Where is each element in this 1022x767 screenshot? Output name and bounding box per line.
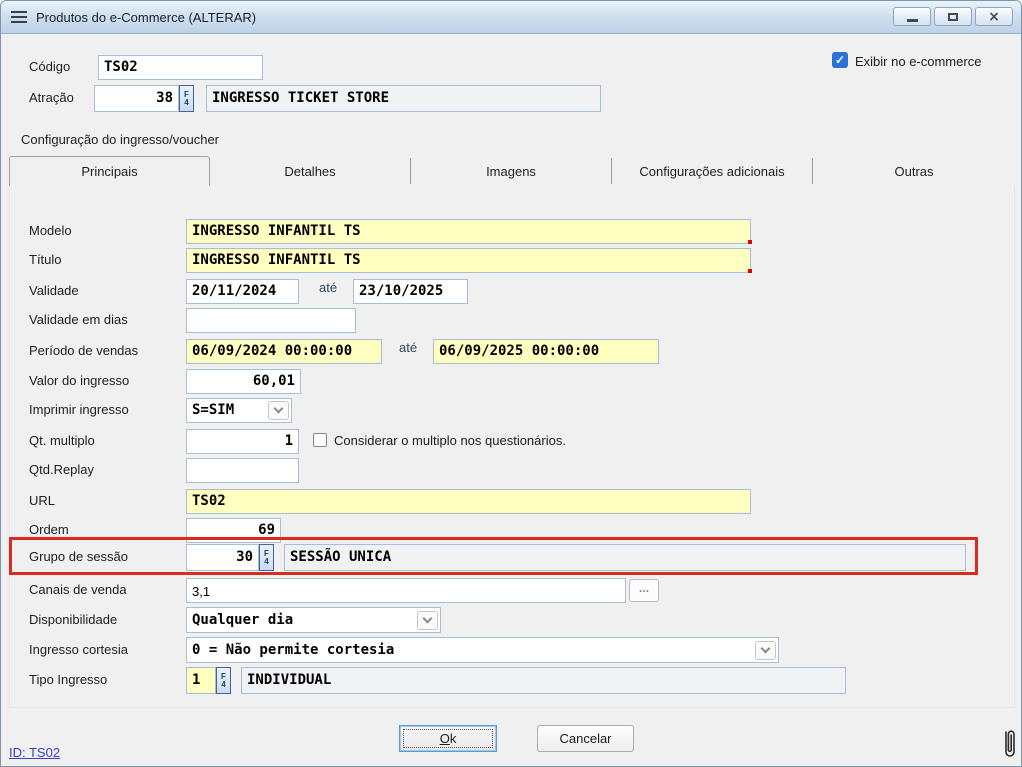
qtd-replay-field[interactable] <box>186 458 299 483</box>
section-title: Configuração do ingresso/voucher <box>21 132 219 147</box>
tipo-ingresso-f4-lookup-button[interactable]: F 4 <box>216 667 231 694</box>
tipo-ingresso-code-field[interactable]: 1 <box>186 667 216 694</box>
codigo-label: Código <box>29 59 70 74</box>
url-label: URL <box>29 493 55 508</box>
ordem-label: Ordem <box>29 522 69 537</box>
focus-outline <box>403 729 493 748</box>
ingresso-cortesia-value: 0 = Não permite cortesia <box>192 641 394 660</box>
imprimir-ingresso-select[interactable]: S=SIM <box>186 398 292 423</box>
modelo-field[interactable]: INGRESSO INFANTIL TS <box>186 219 751 244</box>
maximize-button[interactable] <box>934 7 972 26</box>
periodo-from-field[interactable]: 06/09/2024 00:00:00 <box>186 339 382 364</box>
qt-multiplo-label: Qt. multiplo <box>29 433 95 448</box>
validade-to-field[interactable]: 23/10/2025 <box>353 279 468 304</box>
check-icon: ✓ <box>835 53 845 67</box>
required-marker <box>748 269 752 273</box>
periodo-ate-label: até <box>399 340 417 355</box>
imprimir-ingresso-value: S=SIM <box>192 401 234 420</box>
canais-de-venda-field[interactable]: 3,1 <box>186 578 626 603</box>
ok-button[interactable]: Ok <box>399 725 497 752</box>
dialog-window: Produtos do e-Commerce (ALTERAR) × Códig… <box>0 0 1022 767</box>
close-icon: × <box>988 10 1000 24</box>
tab-imagens[interactable]: Imagens <box>411 158 612 184</box>
chevron-down-icon <box>274 404 284 414</box>
minimize-icon <box>907 19 918 22</box>
ingresso-cortesia-label: Ingresso cortesia <box>29 642 128 657</box>
disponibilidade-select[interactable]: Qualquer dia <box>186 607 441 633</box>
dropdown-button[interactable] <box>755 641 776 660</box>
modelo-label: Modelo <box>29 223 72 238</box>
tipo-ingresso-description-field: INDIVIDUAL <box>241 667 846 694</box>
valor-do-ingresso-field[interactable]: 60,01 <box>186 369 301 394</box>
grupo-de-sessao-f4-lookup-button[interactable]: F 4 <box>259 544 274 571</box>
atracao-f4-lookup-button[interactable]: F 4 <box>179 85 194 112</box>
chevron-down-icon <box>761 643 771 653</box>
window-title: Produtos do e-Commerce (ALTERAR) <box>36 10 256 25</box>
periodo-de-vendas-label: Período de vendas <box>29 343 138 358</box>
qt-multiplo-field[interactable]: 1 <box>186 429 299 454</box>
tab-configuracoes-adicionais[interactable]: Configurações adicionais <box>612 158 813 184</box>
validade-em-dias-label: Validade em dias <box>29 312 128 327</box>
valor-do-ingresso-label: Valor do ingresso <box>29 373 129 388</box>
disponibilidade-value: Qualquer dia <box>192 611 293 630</box>
canais-browse-button[interactable]: ... <box>629 579 659 602</box>
required-marker <box>748 240 752 244</box>
ingresso-cortesia-select[interactable]: 0 = Não permite cortesia <box>186 637 779 663</box>
tab-principais[interactable]: Principais <box>9 156 210 186</box>
chevron-down-icon <box>423 613 433 623</box>
title-bar: Produtos do e-Commerce (ALTERAR) <box>1 1 1021 34</box>
exibir-ecommerce-label: Exibir no e-commerce <box>855 54 981 69</box>
disponibilidade-label: Disponibilidade <box>29 612 117 627</box>
maximize-icon <box>948 13 958 21</box>
dropdown-button[interactable] <box>417 611 438 630</box>
cancel-button[interactable]: Cancelar <box>537 725 634 752</box>
grupo-de-sessao-description-field: SESSÃO UNICA <box>284 544 966 571</box>
minimize-button[interactable] <box>893 7 931 26</box>
system-menu-icon[interactable] <box>11 11 27 23</box>
dropdown-button[interactable] <box>268 401 289 420</box>
atracao-code-field[interactable]: 38 <box>94 85 179 112</box>
exibir-ecommerce-checkbox[interactable]: ✓ <box>832 52 848 68</box>
paperclip-icon[interactable] <box>1001 726 1017 762</box>
close-button[interactable]: × <box>975 7 1013 26</box>
titulo-field[interactable]: INGRESSO INFANTIL TS <box>186 248 751 273</box>
atracao-description-field: INGRESSO TICKET STORE <box>206 85 601 112</box>
url-field[interactable]: TS02 <box>186 489 751 514</box>
grupo-de-sessao-label: Grupo de sessão <box>29 549 128 564</box>
titulo-label: Título <box>29 252 62 267</box>
atracao-label: Atração <box>29 90 74 105</box>
codigo-field[interactable]: TS02 <box>98 55 263 80</box>
tipo-ingresso-label: Tipo Ingresso <box>29 672 107 687</box>
periodo-to-field[interactable]: 06/09/2025 00:00:00 <box>433 339 659 364</box>
validade-em-dias-field[interactable] <box>186 308 356 333</box>
record-id-link[interactable]: ID: TS02 <box>9 745 60 760</box>
considerar-multiplo-checkbox[interactable] <box>313 433 327 447</box>
qtd-replay-label: Qtd.Replay <box>29 462 94 477</box>
validade-label: Validade <box>29 283 79 298</box>
canais-de-venda-label: Canais de venda <box>29 582 127 597</box>
validade-ate-label: até <box>319 280 337 295</box>
tab-detalhes[interactable]: Detalhes <box>210 158 411 184</box>
tab-outras[interactable]: Outras <box>813 158 1015 184</box>
validade-from-field[interactable]: 20/11/2024 <box>186 279 299 304</box>
grupo-de-sessao-code-field[interactable]: 30 <box>186 544 259 571</box>
considerar-multiplo-label: Considerar o multiplo nos questionários. <box>334 433 566 448</box>
imprimir-ingresso-label: Imprimir ingresso <box>29 402 129 417</box>
ordem-field[interactable]: 69 <box>186 518 281 543</box>
